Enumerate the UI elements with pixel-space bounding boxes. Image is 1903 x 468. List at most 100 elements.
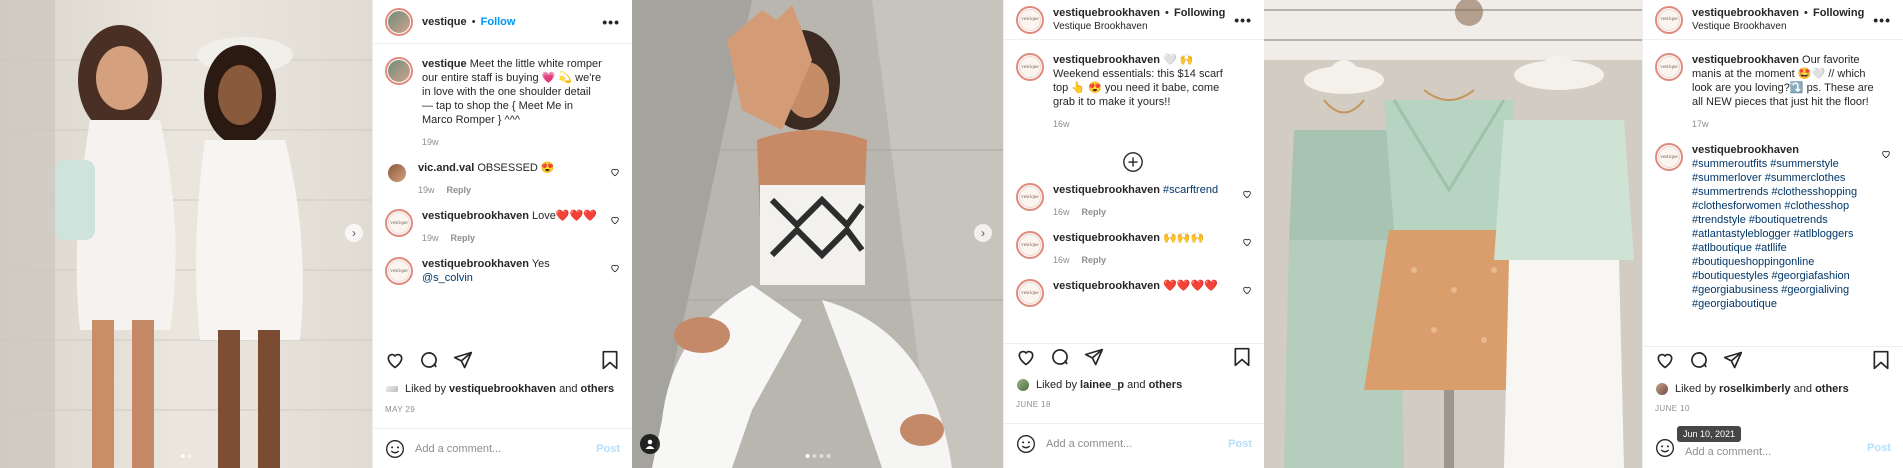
post-1-panel: vestique • Follow ••• vestique Meet the … xyxy=(372,0,632,468)
share-icon[interactable] xyxy=(453,350,473,370)
bookmark-icon[interactable] xyxy=(1232,347,1252,367)
liked-by-others[interactable]: others xyxy=(1815,383,1849,395)
emoji-icon[interactable] xyxy=(1655,438,1675,458)
emoji-icon[interactable] xyxy=(1016,434,1036,454)
comment: vestique vestiquebrookhaven Yes @s_colvi… xyxy=(385,257,620,285)
liked-by-user[interactable]: roselkimberly xyxy=(1719,383,1791,395)
chevron-right-icon: › xyxy=(352,226,356,240)
heart-icon[interactable] xyxy=(385,350,405,370)
post-button[interactable]: Post xyxy=(596,443,620,455)
more-icon[interactable]: ••• xyxy=(1873,12,1891,28)
post-1-photo[interactable]: › xyxy=(0,0,372,468)
heart-icon[interactable] xyxy=(1655,350,1675,370)
comment-icon[interactable] xyxy=(1050,347,1070,367)
mention-link[interactable]: @s_colvin xyxy=(422,272,473,284)
avatar[interactable]: vestique xyxy=(385,257,413,285)
more-icon[interactable]: ••• xyxy=(1234,12,1252,28)
comment-text: Yes xyxy=(531,258,550,270)
avatar[interactable] xyxy=(385,7,413,36)
following-button[interactable]: Following xyxy=(1174,7,1225,19)
emoji-icon[interactable] xyxy=(385,439,405,459)
liked-by-user[interactable]: vestiquebrookhaven xyxy=(449,383,556,395)
post-date[interactable]: MAY 29 xyxy=(385,405,415,414)
comment-text: ❤️❤️❤️❤️ xyxy=(1163,280,1218,292)
comment-icon[interactable] xyxy=(1689,350,1709,370)
instagram-posts-strip: › vestique • Follow ••• vestique Meet th… xyxy=(0,0,1903,468)
avatar[interactable] xyxy=(385,161,409,185)
avatar[interactable] xyxy=(385,57,413,85)
post-2-photo[interactable]: › xyxy=(632,0,1003,468)
heart-icon[interactable] xyxy=(610,167,620,177)
post-header: vestique vestiquebrookhaven • Following … xyxy=(1643,0,1903,40)
comment-username[interactable]: vestiquebrookhaven xyxy=(1053,280,1160,292)
user-tag-icon[interactable] xyxy=(640,434,660,454)
reply-button[interactable]: Reply xyxy=(1082,253,1107,267)
header-username[interactable]: vestiquebrookhaven xyxy=(1692,7,1799,19)
header-username[interactable]: vestique xyxy=(422,16,467,28)
comment-username[interactable]: vic.and.val xyxy=(418,162,474,174)
next-image-button[interactable]: › xyxy=(345,224,363,242)
share-icon[interactable] xyxy=(1723,350,1743,370)
hashtag-link[interactable]: #scarftrend xyxy=(1163,184,1218,196)
post-header: vestique • Follow ••• xyxy=(373,0,632,44)
reply-button[interactable]: Reply xyxy=(451,231,476,245)
post-3-photo[interactable] xyxy=(1264,0,1642,468)
liked-by-user[interactable]: lainee_p xyxy=(1080,379,1124,391)
liked-by: Liked by roselkimberly and others xyxy=(1655,382,1891,396)
comments-list: vestique vestiquebrookhaven 🤍 🙌 Weekend … xyxy=(1004,41,1264,331)
location-link[interactable]: Vestique Brookhaven xyxy=(1053,20,1234,34)
bookmark-icon[interactable] xyxy=(1871,350,1891,370)
heart-icon[interactable] xyxy=(1242,237,1252,247)
post-date[interactable]: JUNE 18 xyxy=(1016,400,1051,409)
more-icon[interactable]: ••• xyxy=(602,14,620,30)
comment-input[interactable]: Add a comment... xyxy=(415,443,596,455)
avatar[interactable]: vestique xyxy=(1016,183,1044,211)
avatar[interactable]: vestique xyxy=(1016,279,1044,307)
caption-username[interactable]: vestiquebrookhaven xyxy=(1053,54,1160,66)
heart-icon[interactable] xyxy=(1016,347,1036,367)
avatar[interactable]: vestique xyxy=(1655,53,1683,81)
following-button[interactable]: Following xyxy=(1813,7,1864,19)
avatar[interactable]: vestique xyxy=(1016,53,1044,81)
avatar[interactable]: vestique xyxy=(1016,5,1044,34)
hashtag-list[interactable]: #summeroutfits #summerstyle #summerlover… xyxy=(1692,158,1857,310)
location-link[interactable]: Vestique Brookhaven xyxy=(1692,20,1873,34)
heart-icon[interactable] xyxy=(610,215,620,225)
reply-button[interactable]: Reply xyxy=(1082,205,1107,219)
follow-button[interactable]: Follow xyxy=(481,16,516,28)
comment-input[interactable]: Add a comment... xyxy=(1046,438,1228,450)
comment-username[interactable]: vestiquebrookhaven xyxy=(1692,144,1799,156)
header-username[interactable]: vestiquebrookhaven xyxy=(1053,7,1160,19)
heart-icon[interactable] xyxy=(610,263,620,273)
post-date[interactable]: JUNE 10 xyxy=(1655,404,1690,413)
comment-username[interactable]: vestiquebrookhaven xyxy=(1053,184,1160,196)
action-bar xyxy=(1643,346,1903,372)
bookmark-icon[interactable] xyxy=(600,350,620,370)
liked-by-others[interactable]: others xyxy=(581,383,615,395)
comment-input[interactable]: Add a comment... xyxy=(1685,446,1867,458)
comment-username[interactable]: vestiquebrookhaven xyxy=(422,258,529,270)
liked-by-others[interactable]: others xyxy=(1149,379,1183,391)
plus-circle-icon[interactable] xyxy=(1122,151,1144,173)
reply-button[interactable]: Reply xyxy=(447,183,472,197)
photo-two-women-white-rompers xyxy=(0,0,372,468)
next-image-button[interactable]: › xyxy=(974,224,992,242)
share-icon[interactable] xyxy=(1084,347,1104,367)
avatar[interactable]: vestique xyxy=(385,209,413,237)
avatar[interactable]: vestique xyxy=(1655,5,1683,34)
post-button[interactable]: Post xyxy=(1228,438,1252,450)
comment-text: OBSESSED 😍 xyxy=(477,162,555,174)
caption-username[interactable]: vestiquebrookhaven xyxy=(1692,54,1799,66)
avatar[interactable]: vestique xyxy=(1016,231,1044,259)
heart-icon[interactable] xyxy=(1242,285,1252,295)
avatar[interactable]: vestique xyxy=(1655,143,1683,171)
caption-age: 16w xyxy=(1053,119,1070,129)
caption-username[interactable]: vestique xyxy=(422,58,467,70)
heart-icon[interactable] xyxy=(1242,189,1252,199)
post-button[interactable]: Post xyxy=(1867,442,1891,454)
comment-icon[interactable] xyxy=(419,350,439,370)
comment-username[interactable]: vestiquebrookhaven xyxy=(422,210,529,222)
heart-icon[interactable] xyxy=(1881,149,1891,159)
comment-username[interactable]: vestiquebrookhaven xyxy=(1053,232,1160,244)
comments-list: vestique vestiquebrookhaven Our favorite… xyxy=(1643,41,1903,335)
